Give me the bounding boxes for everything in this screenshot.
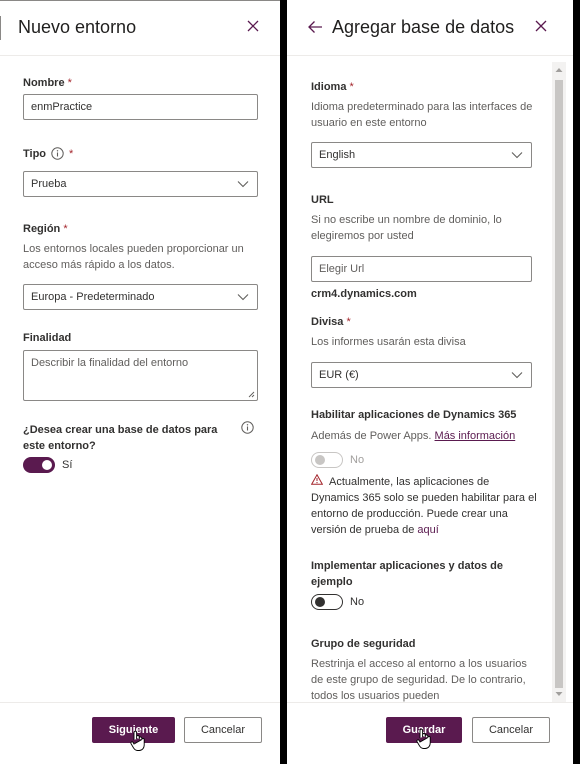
hand-cursor-icon: [130, 730, 145, 751]
hand-cursor-icon: [416, 728, 431, 749]
new-environment-panel: Nuevo entorno Nombre * enmPractice Tipo …: [0, 0, 280, 764]
trial-link[interactable]: aquí: [417, 524, 438, 536]
security-group-label: Grupo de seguridad: [311, 638, 416, 650]
region-select[interactable]: Europa - Predeterminado: [23, 284, 258, 310]
currency-hint: Los informes usarán esta divisa: [311, 336, 466, 348]
name-label: Nombre *: [23, 77, 72, 89]
more-info-link[interactable]: Más información: [435, 430, 516, 442]
cancel-button[interactable]: Cancelar: [472, 717, 550, 743]
header-divider: [0, 16, 1, 40]
panel-footer: Guardar Cancelar: [287, 702, 573, 764]
info-icon[interactable]: [51, 147, 64, 160]
url-suffix: crm4.dynamics.com: [311, 288, 417, 300]
cancel-button[interactable]: Cancelar: [184, 717, 262, 743]
currency-select[interactable]: EUR (€): [311, 362, 532, 388]
scrollbar[interactable]: [552, 62, 566, 702]
currency-value: EUR (€): [319, 369, 359, 381]
name-input[interactable]: enmPractice: [23, 94, 258, 120]
region-hint: Los entornos locales pueden proporcionar…: [23, 243, 244, 271]
purpose-label: Finalidad: [23, 332, 72, 344]
toggle-knob: [315, 597, 325, 607]
chevron-down-icon: [237, 181, 249, 188]
type-select[interactable]: Prueba: [23, 171, 258, 197]
dynamics365-toggle: [311, 452, 343, 468]
security-group-hint: Restrinja el acceso al entorno a los usu…: [311, 658, 527, 702]
create-database-toggle[interactable]: [23, 457, 55, 473]
scroll-up-icon[interactable]: [555, 67, 563, 73]
panel-footer: Siguiente Cancelar: [0, 702, 280, 764]
scrollbar-thumb[interactable]: [555, 80, 563, 688]
db-question: ¿Desea crear una base de datos para este…: [23, 424, 218, 452]
close-icon[interactable]: [243, 16, 263, 36]
resize-grip-icon[interactable]: [248, 391, 255, 398]
purpose-textarea[interactable]: Describir la finalidad del entorno: [23, 350, 258, 401]
dynamics365-toggle-label: No: [350, 454, 365, 466]
scroll-down-icon[interactable]: [555, 691, 563, 697]
url-hint: Si no escribe un nombre de dominio, lo e…: [311, 214, 502, 242]
language-select[interactable]: English: [311, 142, 532, 168]
dynamics365-label: Habilitar aplicaciones de Dynamics 365: [311, 409, 517, 421]
create-database-toggle-label: Sí: [62, 459, 73, 471]
url-input[interactable]: Elegir Url: [311, 256, 532, 282]
language-label: Idioma *: [311, 81, 354, 93]
sample-apps-toggle-label: No: [350, 596, 365, 608]
back-arrow-icon[interactable]: [307, 20, 323, 34]
language-hint: Idioma predeterminado para las interface…: [311, 101, 533, 129]
info-icon[interactable]: [241, 421, 254, 434]
language-value: English: [319, 149, 356, 161]
panel-title: Agregar base de datos: [332, 17, 515, 37]
url-placeholder: Elegir Url: [319, 263, 365, 275]
region-label: Región *: [23, 223, 68, 235]
panel-title: Nuevo entorno: [18, 17, 137, 37]
type-value: Prueba: [31, 178, 67, 190]
toggle-knob: [42, 460, 52, 470]
purpose-placeholder: Describir la finalidad del entorno: [31, 357, 189, 369]
add-database-panel: Agregar base de datos Idioma * Idioma pr…: [287, 0, 573, 764]
currency-label: Divisa *: [311, 316, 351, 328]
dynamics365-hint: Además de Power Apps. Más información: [311, 430, 516, 442]
chevron-down-icon: [237, 294, 249, 301]
sample-apps-label: Implementar aplicaciones y datos de ejem…: [311, 560, 503, 588]
sample-apps-toggle[interactable]: [311, 594, 343, 610]
warning-text: Actualmente, las aplicaciones de Dynamic…: [311, 476, 537, 536]
region-value: Europa - Predeterminado: [31, 291, 155, 303]
chevron-down-icon: [511, 152, 523, 159]
type-label: Tipo *: [23, 147, 74, 160]
close-icon[interactable]: [531, 16, 551, 36]
panel-header: Nuevo entorno: [0, 0, 280, 56]
url-label: URL: [311, 194, 334, 206]
toggle-knob: [315, 455, 325, 465]
chevron-down-icon: [511, 372, 523, 379]
panel-header: Agregar base de datos: [287, 0, 573, 56]
